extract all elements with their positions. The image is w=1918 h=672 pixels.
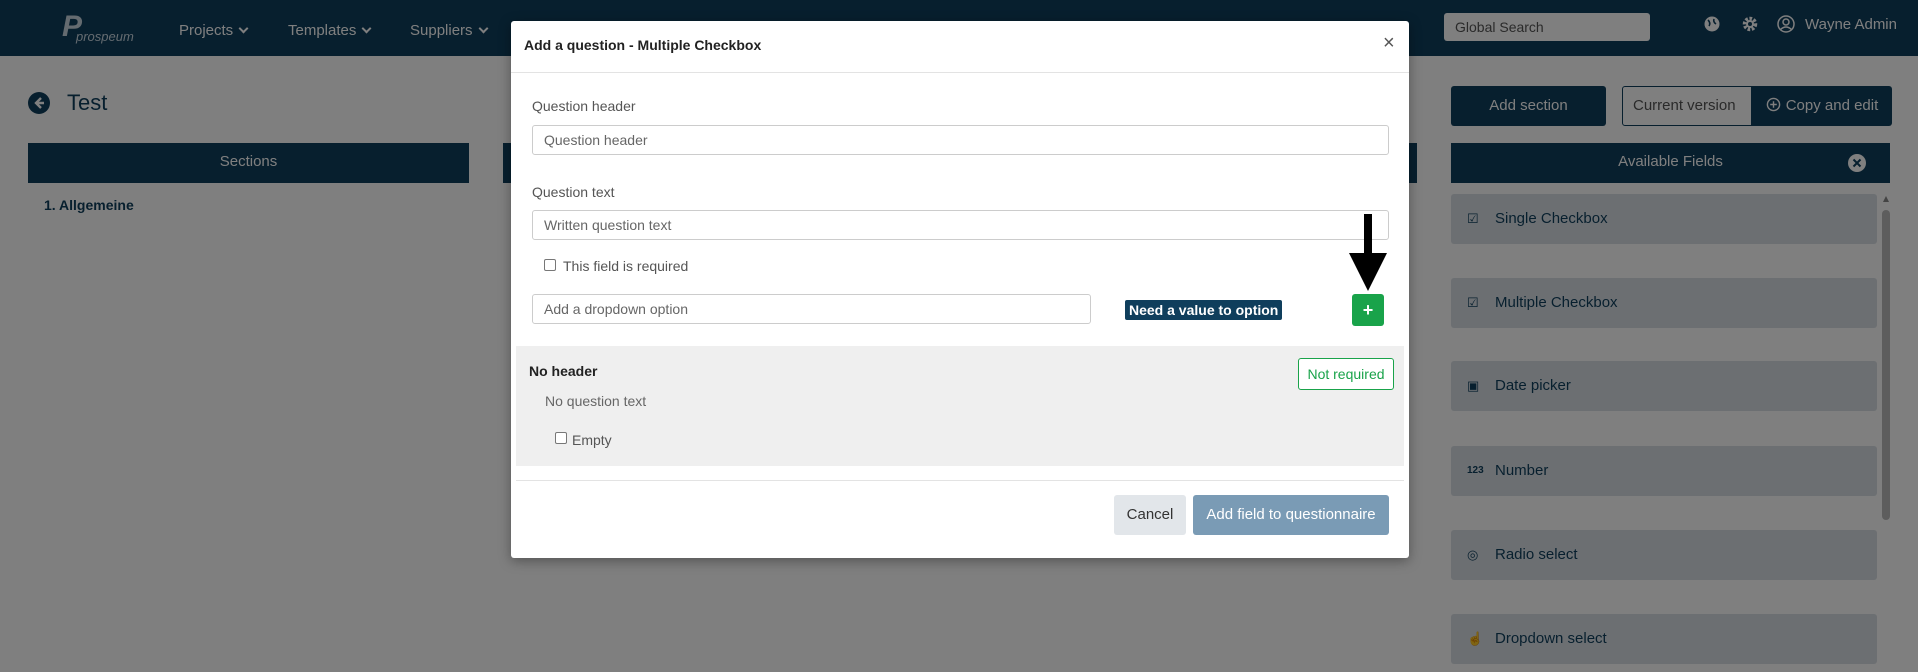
question-header-input[interactable]: Question header bbox=[532, 125, 1389, 155]
footer-divider bbox=[516, 480, 1404, 481]
cancel-button[interactable]: Cancel bbox=[1114, 495, 1186, 535]
required-checkbox-label: This field is required bbox=[563, 258, 689, 274]
close-icon[interactable]: × bbox=[1383, 31, 1395, 55]
add-question-modal: Add a question - Multiple Checkbox × Que… bbox=[511, 21, 1409, 558]
required-status-badge: Not required bbox=[1298, 358, 1394, 390]
annotation-arrow-shaft bbox=[1364, 214, 1372, 258]
question-header-label: Question header bbox=[532, 98, 636, 114]
modal-title: Add a question - Multiple Checkbox bbox=[524, 37, 762, 53]
modal-header: Add a question - Multiple Checkbox × bbox=[511, 21, 1409, 73]
question-preview: No header Not required No question text … bbox=[516, 346, 1404, 466]
required-checkbox[interactable] bbox=[544, 259, 556, 271]
add-option-button[interactable]: + bbox=[1352, 294, 1384, 326]
preview-option-label: Empty bbox=[572, 432, 612, 448]
annotation-arrow-down-icon bbox=[1349, 253, 1387, 291]
preview-question-text: No question text bbox=[545, 393, 647, 409]
preview-option-checkbox[interactable] bbox=[555, 432, 567, 444]
dropdown-option-input[interactable]: Add a dropdown option bbox=[532, 294, 1091, 324]
add-field-to-questionnaire-button[interactable]: Add field to questionnaire bbox=[1193, 495, 1389, 535]
question-text-label: Question text bbox=[532, 184, 615, 200]
value-hint-badge: Need a value to option bbox=[1125, 300, 1283, 320]
preview-header: No header bbox=[529, 363, 598, 379]
question-text-input[interactable]: Written question text bbox=[532, 210, 1389, 240]
